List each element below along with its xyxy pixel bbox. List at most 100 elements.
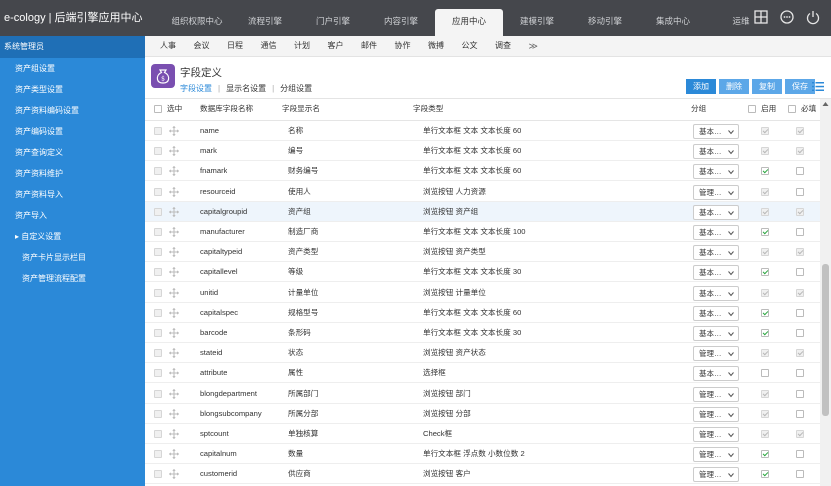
enable-checkbox[interactable]: [761, 470, 769, 479]
drag-handle-icon[interactable]: [168, 408, 180, 419]
copy-button[interactable]: 复制: [752, 79, 782, 94]
subnav-item[interactable]: 公文: [462, 36, 496, 56]
row-select-checkbox[interactable]: [154, 369, 162, 378]
enable-checkbox[interactable]: [761, 268, 769, 277]
group-select[interactable]: 基本…: [693, 225, 739, 240]
required-checkbox[interactable]: [796, 228, 804, 236]
drag-handle-icon[interactable]: [168, 186, 180, 197]
group-select[interactable]: 基本…: [693, 305, 739, 321]
enable-checkbox[interactable]: [761, 127, 769, 135]
sidebar-item[interactable]: 资产查询定义: [0, 142, 145, 163]
drag-handle-icon[interactable]: [168, 166, 180, 177]
enable-checkbox[interactable]: [761, 248, 769, 257]
table-row[interactable]: blongdepartment 所属部门 浏览按钮 部门 管理…: [145, 384, 820, 404]
scrollbar-thumb[interactable]: [822, 264, 829, 416]
drag-handle-icon[interactable]: [168, 146, 180, 157]
group-select[interactable]: 管理…: [693, 346, 739, 362]
table-row[interactable]: attribute 属性 选择框 基本…: [145, 363, 820, 384]
group-select[interactable]: 基本…: [693, 204, 739, 220]
subnav-item[interactable]: 微搏: [428, 36, 462, 56]
enable-checkbox[interactable]: [761, 389, 769, 398]
table-row[interactable]: capitalspec 规格型号 单行文本框 文本 文本长度 60 基本…: [145, 303, 820, 323]
table-row[interactable]: customerid 供应商 浏览按钮 客户 管理…: [145, 464, 820, 485]
row-select-checkbox[interactable]: [154, 470, 162, 479]
enable-checkbox[interactable]: [761, 288, 769, 297]
drag-handle-icon[interactable]: [168, 287, 180, 298]
power-icon[interactable]: [805, 9, 821, 25]
table-row[interactable]: capitalgroupid 资产组 浏览按钮 资产组 基本…: [145, 201, 820, 222]
tab-0[interactable]: 组织权限中心: [163, 9, 231, 36]
row-select-checkbox[interactable]: [154, 450, 162, 459]
required-checkbox[interactable]: [796, 167, 804, 176]
vertical-scrollbar[interactable]: [820, 99, 831, 486]
row-select-checkbox[interactable]: [154, 389, 162, 398]
row-select-checkbox[interactable]: [154, 288, 162, 297]
group-select[interactable]: 管理…: [693, 184, 739, 200]
chevron-more-icon[interactable]: ≫: [529, 36, 538, 56]
sidebar-item[interactable]: 资产类型设置: [0, 79, 145, 100]
drag-handle-icon[interactable]: [168, 469, 180, 480]
drag-handle-icon[interactable]: [168, 348, 180, 359]
required-checkbox[interactable]: [796, 187, 804, 196]
required-checkbox[interactable]: [796, 450, 804, 459]
drag-handle-icon[interactable]: [168, 247, 180, 258]
table-row[interactable]: fnamark 财务编号 单行文本框 文本 文本长度 60 基本…: [145, 161, 820, 182]
required-checkbox[interactable]: [796, 349, 804, 358]
save-button[interactable]: 保存: [785, 79, 815, 94]
row-select-checkbox[interactable]: [154, 329, 162, 337]
table-row[interactable]: manufacturer 制造厂商 单行文本框 文本 文本长度 100 基本…: [145, 222, 820, 242]
sidebar-item[interactable]: 资产导入: [0, 205, 145, 226]
tab-4[interactable]: 应用中心: [435, 9, 503, 36]
table-row[interactable]: resourceid 使用人 浏览按钮 人力资源 管理…: [145, 182, 820, 202]
drag-handle-icon[interactable]: [168, 226, 180, 238]
scroll-up-icon[interactable]: [822, 101, 829, 107]
enable-checkbox[interactable]: [761, 369, 769, 378]
table-row[interactable]: sptcount 单独核算 Check框 管理…: [145, 424, 820, 444]
group-select[interactable]: 基本…: [693, 144, 739, 160]
enable-checkbox[interactable]: [761, 409, 769, 418]
subnav-item[interactable]: 客户: [328, 36, 362, 56]
row-select-checkbox[interactable]: [154, 409, 162, 418]
required-all-checkbox[interactable]: [788, 105, 796, 113]
sidebar-item[interactable]: 资产组设置: [0, 58, 145, 79]
row-select-checkbox[interactable]: [154, 349, 162, 358]
group-select[interactable]: 基本…: [693, 265, 739, 281]
subnav-item[interactable]: 日程: [227, 36, 261, 56]
sidebar-item[interactable]: 资产编码设置: [0, 121, 145, 142]
group-select[interactable]: 管理…: [693, 406, 739, 422]
enable-checkbox[interactable]: [761, 167, 769, 176]
drag-handle-icon[interactable]: [168, 368, 180, 379]
sidebar-item[interactable]: 资产资料维护: [0, 163, 145, 184]
subnav-item[interactable]: 通信: [261, 36, 295, 56]
group-select[interactable]: 基本…: [693, 366, 739, 382]
link-field-settings[interactable]: 字段设置: [180, 84, 212, 93]
required-checkbox[interactable]: [796, 248, 804, 257]
tab-5[interactable]: 建模引擎: [503, 9, 571, 36]
group-select[interactable]: 管理…: [693, 386, 739, 402]
group-select[interactable]: 基本…: [693, 326, 739, 341]
group-select[interactable]: 基本…: [693, 285, 739, 301]
table-row[interactable]: blongsubcompany 所属分部 浏览按钮 分部 管理…: [145, 404, 820, 424]
enable-checkbox[interactable]: [761, 228, 769, 236]
sidebar-item[interactable]: 资产资料编码设置: [0, 100, 145, 121]
subnav-item[interactable]: 调查: [495, 36, 529, 56]
drag-handle-icon[interactable]: [168, 449, 180, 460]
row-select-checkbox[interactable]: [154, 248, 162, 257]
subnav-item[interactable]: 邮件: [361, 36, 395, 56]
table-row[interactable]: capitaltypeid 资产类型 浏览按钮 资产类型 基本…: [145, 242, 820, 263]
table-row[interactable]: capitallevel 等级 单行文本框 文本 文本长度 30 基本…: [145, 262, 820, 283]
enable-checkbox[interactable]: [761, 349, 769, 358]
subnav-item[interactable]: 会议: [194, 36, 228, 56]
subnav-item[interactable]: 人事: [160, 36, 194, 56]
enable-checkbox[interactable]: [761, 187, 769, 196]
delete-button[interactable]: 删除: [719, 79, 749, 94]
table-row[interactable]: capitalnum 数量 单行文本框 浮点数 小数位数 2 管理…: [145, 444, 820, 465]
drag-handle-icon[interactable]: [168, 388, 180, 399]
required-checkbox[interactable]: [796, 409, 804, 418]
list-menu-icon[interactable]: [812, 81, 824, 92]
link-display-name-settings[interactable]: 显示名设置: [226, 84, 266, 93]
tab-1[interactable]: 流程引擎: [231, 9, 299, 36]
tab-2[interactable]: 门户引擎: [299, 9, 367, 36]
table-row[interactable]: barcode 条形码 单行文本框 文本 文本长度 30 基本…: [145, 323, 820, 343]
required-checkbox[interactable]: [796, 329, 804, 337]
